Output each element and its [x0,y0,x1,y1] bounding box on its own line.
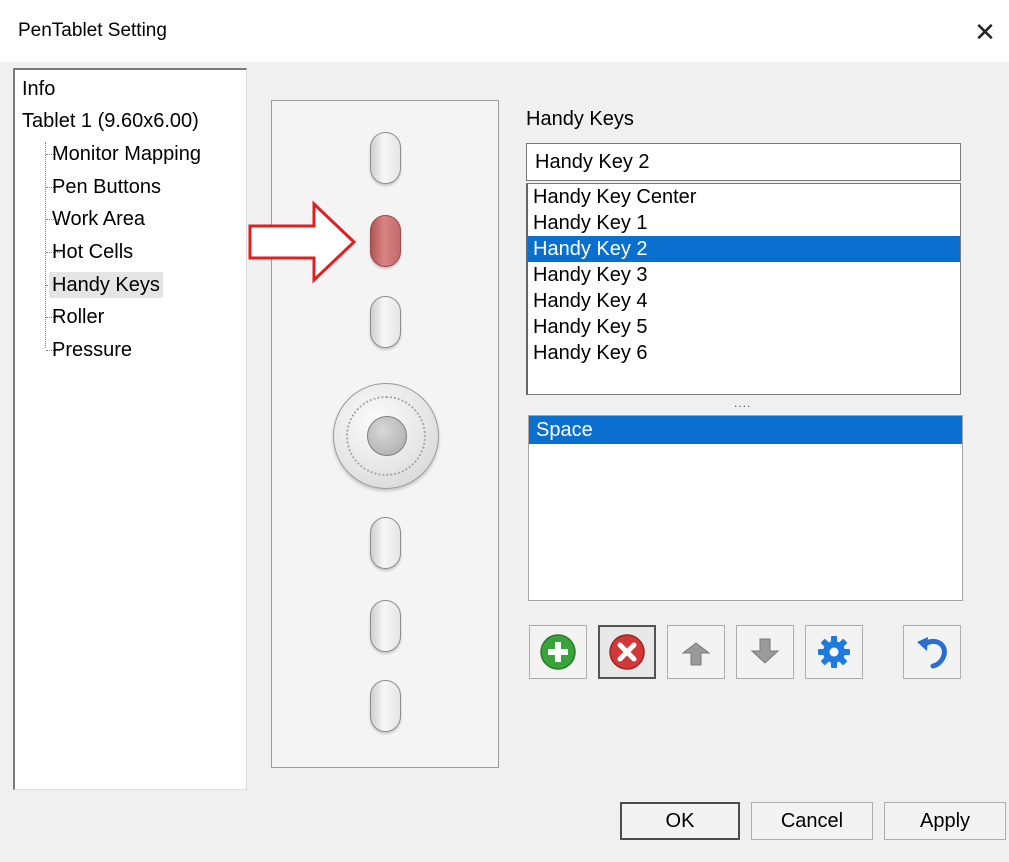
tree-item-handy-keys[interactable]: Handy Keys [49,272,163,298]
undo-icon [917,637,947,669]
handy-keys-heading: Handy Keys [526,108,634,130]
list-item[interactable]: Handy Key 4 [528,288,960,314]
handy-key-list[interactable]: Handy Key Center Handy Key 1 Handy Key 2… [526,183,961,395]
add-action-button[interactable] [529,625,587,679]
apply-button[interactable]: Apply [884,802,1006,840]
handy-key-name-field[interactable]: Handy Key 2 [526,143,961,181]
tree-item-roller[interactable]: Roller [49,304,107,330]
roller-dial-center [367,416,407,456]
close-button[interactable]: ✕ [961,12,1009,52]
cancel-button[interactable]: Cancel [751,802,873,840]
list-item[interactable]: Handy Key 1 [528,210,960,236]
handy-key-4-shape[interactable] [370,517,401,569]
handy-key-5-shape[interactable] [370,600,401,652]
list-item[interactable]: Handy Key 6 [528,340,960,366]
title-bar: PenTablet Setting ✕ [0,0,1009,62]
move-down-icon [750,638,780,664]
close-icon: ✕ [974,16,996,47]
undo-button[interactable] [903,625,961,679]
tree-item-work-area[interactable]: Work Area [49,206,148,232]
splitter-grip[interactable]: .... [734,396,751,410]
move-up-button[interactable] [667,625,725,679]
move-up-icon [681,642,711,666]
gear-icon [818,636,850,668]
tree-item-monitor-mapping[interactable]: Monitor Mapping [49,141,204,167]
tree-item-tablet[interactable]: Tablet 1 (9.60x6.00) [19,108,202,134]
handy-key-3-shape[interactable] [370,296,401,348]
handy-key-2-shape[interactable] [370,215,401,267]
roller-dial[interactable] [333,383,439,489]
delete-x-icon [609,634,645,670]
tree-item-pressure[interactable]: Pressure [49,337,135,363]
plus-circle-icon [540,634,576,670]
red-arrow-icon [248,200,357,284]
tree-item-pen-buttons[interactable]: Pen Buttons [49,174,164,200]
tree-item-hot-cells[interactable]: Hot Cells [49,239,136,265]
settings-button[interactable] [805,625,863,679]
handy-key-center-shape[interactable] [370,132,401,184]
list-item[interactable]: Handy Key 3 [528,262,960,288]
handy-key-6-shape[interactable] [370,680,401,732]
window-title: PenTablet Setting [18,20,167,41]
assigned-action-list[interactable]: Space [528,415,963,601]
list-item[interactable]: Handy Key 2 [528,236,960,262]
ok-button[interactable]: OK [620,802,740,840]
settings-tree[interactable]: Info Tablet 1 (9.60x6.00) Monitor Mappin… [13,68,247,790]
list-item[interactable]: Handy Key Center [528,184,960,210]
tree-item-info[interactable]: Info [19,76,58,102]
list-item[interactable]: Handy Key 5 [528,314,960,340]
move-down-button[interactable] [736,625,794,679]
list-item[interactable]: Space [529,416,962,444]
delete-action-button[interactable] [598,625,656,679]
